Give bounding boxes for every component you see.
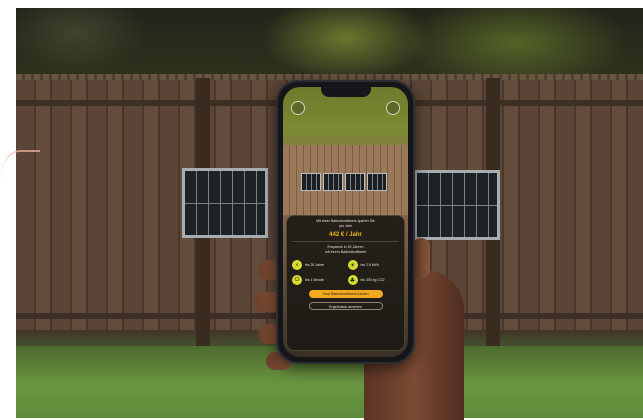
stat-label: bis 2.5 kWh xyxy=(360,263,379,267)
sun-icon: ☀ xyxy=(347,260,358,270)
mini-solar-panel xyxy=(345,173,365,191)
smartphone: Mit einer Balkonkraftwerk sparen Sie pro… xyxy=(276,80,415,364)
divider xyxy=(292,241,399,242)
stats-grid: ⚡ bis 25 Jahre ☀ bis 2.5 kWh ⏻ bis 1 Min… xyxy=(292,260,399,285)
leaf-icon: ♣ xyxy=(347,275,358,285)
stat-item: ⚡ bis 25 Jahre xyxy=(292,260,344,270)
phone-screen: Mit einer Balkonkraftwerk sparen Sie pro… xyxy=(283,87,408,357)
lightning-icon: ⚡ xyxy=(292,260,302,270)
screen-solar-panels xyxy=(301,173,387,191)
subtitle-line-2: mit Ihrem Balkonkraftwerk xyxy=(324,250,367,254)
savings-amount: 442 € / Jahr xyxy=(329,232,362,238)
phone-notch xyxy=(320,87,371,97)
plug-icon: ⏻ xyxy=(292,275,302,285)
solar-panel-left xyxy=(182,168,268,238)
stat-item: ☀ bis 2.5 kWh xyxy=(347,260,400,270)
settings-icon[interactable] xyxy=(291,101,305,115)
stat-item: ♣ bis 300 kg CO2 xyxy=(347,275,400,285)
buy-button[interactable]: Jetzt Balkonkraftwerk kaufen xyxy=(308,290,383,298)
stat-label: bis 1 Minute xyxy=(305,278,324,282)
stat-label: bis 300 kg CO2 xyxy=(360,278,385,282)
mini-solar-panel xyxy=(367,173,387,191)
info-icon[interactable] xyxy=(386,101,400,115)
mini-solar-panel xyxy=(323,173,343,191)
results-sheet: Mit einer Balkonkraftwerk sparen Sie pro… xyxy=(286,215,405,351)
stat-item: ⏻ bis 1 Minute xyxy=(292,275,344,285)
decorative-arc xyxy=(0,150,40,212)
intro-line-2: pro Jahr xyxy=(338,224,353,228)
mini-solar-panel xyxy=(301,173,321,191)
results-button[interactable]: Ergebnisse ansehen xyxy=(308,302,383,310)
stat-label: bis 25 Jahre xyxy=(305,263,325,267)
